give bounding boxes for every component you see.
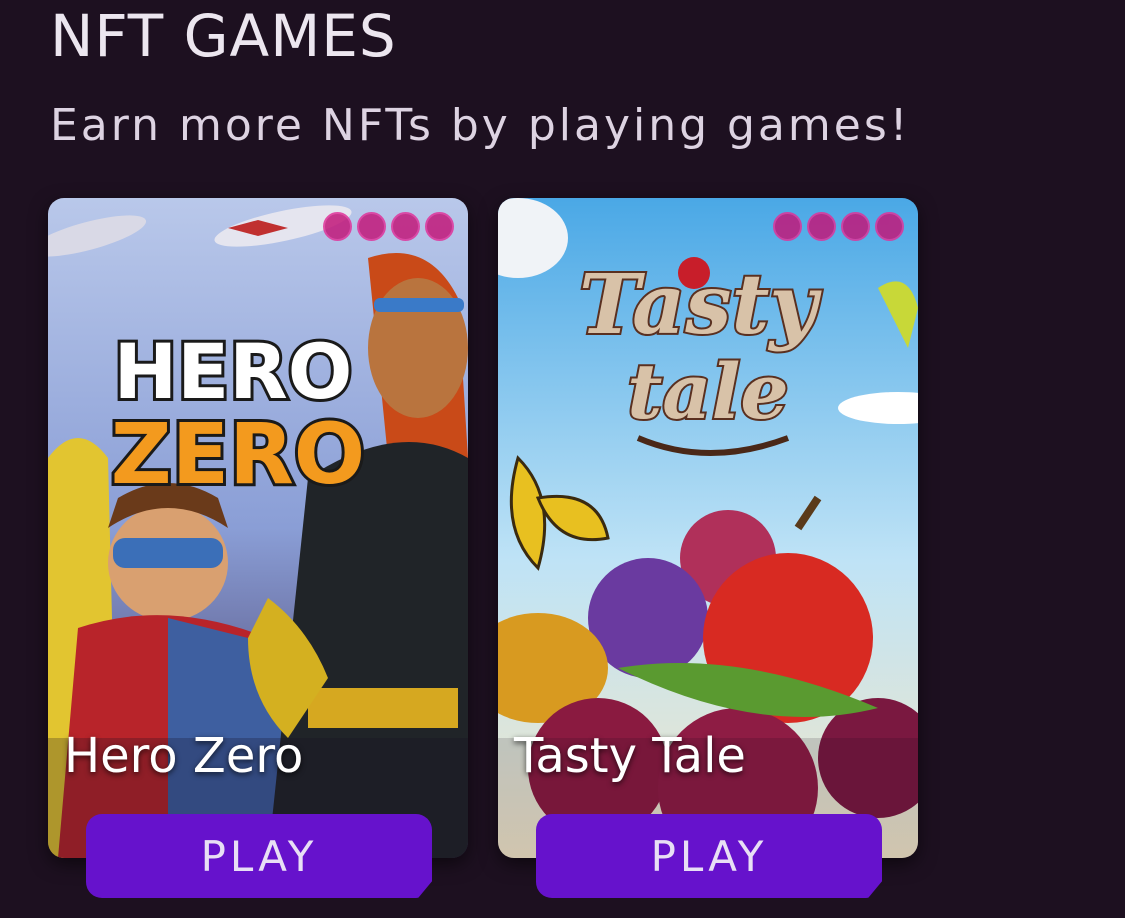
rating-badges (323, 212, 454, 241)
svg-text:ZERO: ZERO (111, 405, 365, 503)
nft-games-page: NFT GAMES Earn more NFTs by playing game… (0, 0, 1125, 918)
badge-icon (773, 212, 802, 241)
badge-icon (323, 212, 352, 241)
game-title: Tasty Tale (514, 728, 746, 784)
badge-icon (425, 212, 454, 241)
svg-text:tale: tale (627, 347, 789, 436)
play-button-tasty-tale[interactable]: PLAY (536, 814, 882, 898)
rating-badges (773, 212, 904, 241)
game-card-tasty-tale[interactable]: Tasty tale Tasty Tale (498, 198, 918, 858)
game-card-hero-zero[interactable]: HERO ZERO Hero Zero (48, 198, 468, 858)
play-button-hero-zero[interactable]: PLAY (86, 814, 432, 898)
page-title: NFT GAMES (50, 2, 397, 70)
svg-text:HERO: HERO (114, 327, 353, 416)
badge-icon (807, 212, 836, 241)
badge-icon (875, 212, 904, 241)
badge-icon (357, 212, 386, 241)
game-title: Hero Zero (64, 728, 304, 784)
badge-icon (391, 212, 420, 241)
badge-icon (841, 212, 870, 241)
page-subtitle: Earn more NFTs by playing games! (50, 100, 911, 151)
